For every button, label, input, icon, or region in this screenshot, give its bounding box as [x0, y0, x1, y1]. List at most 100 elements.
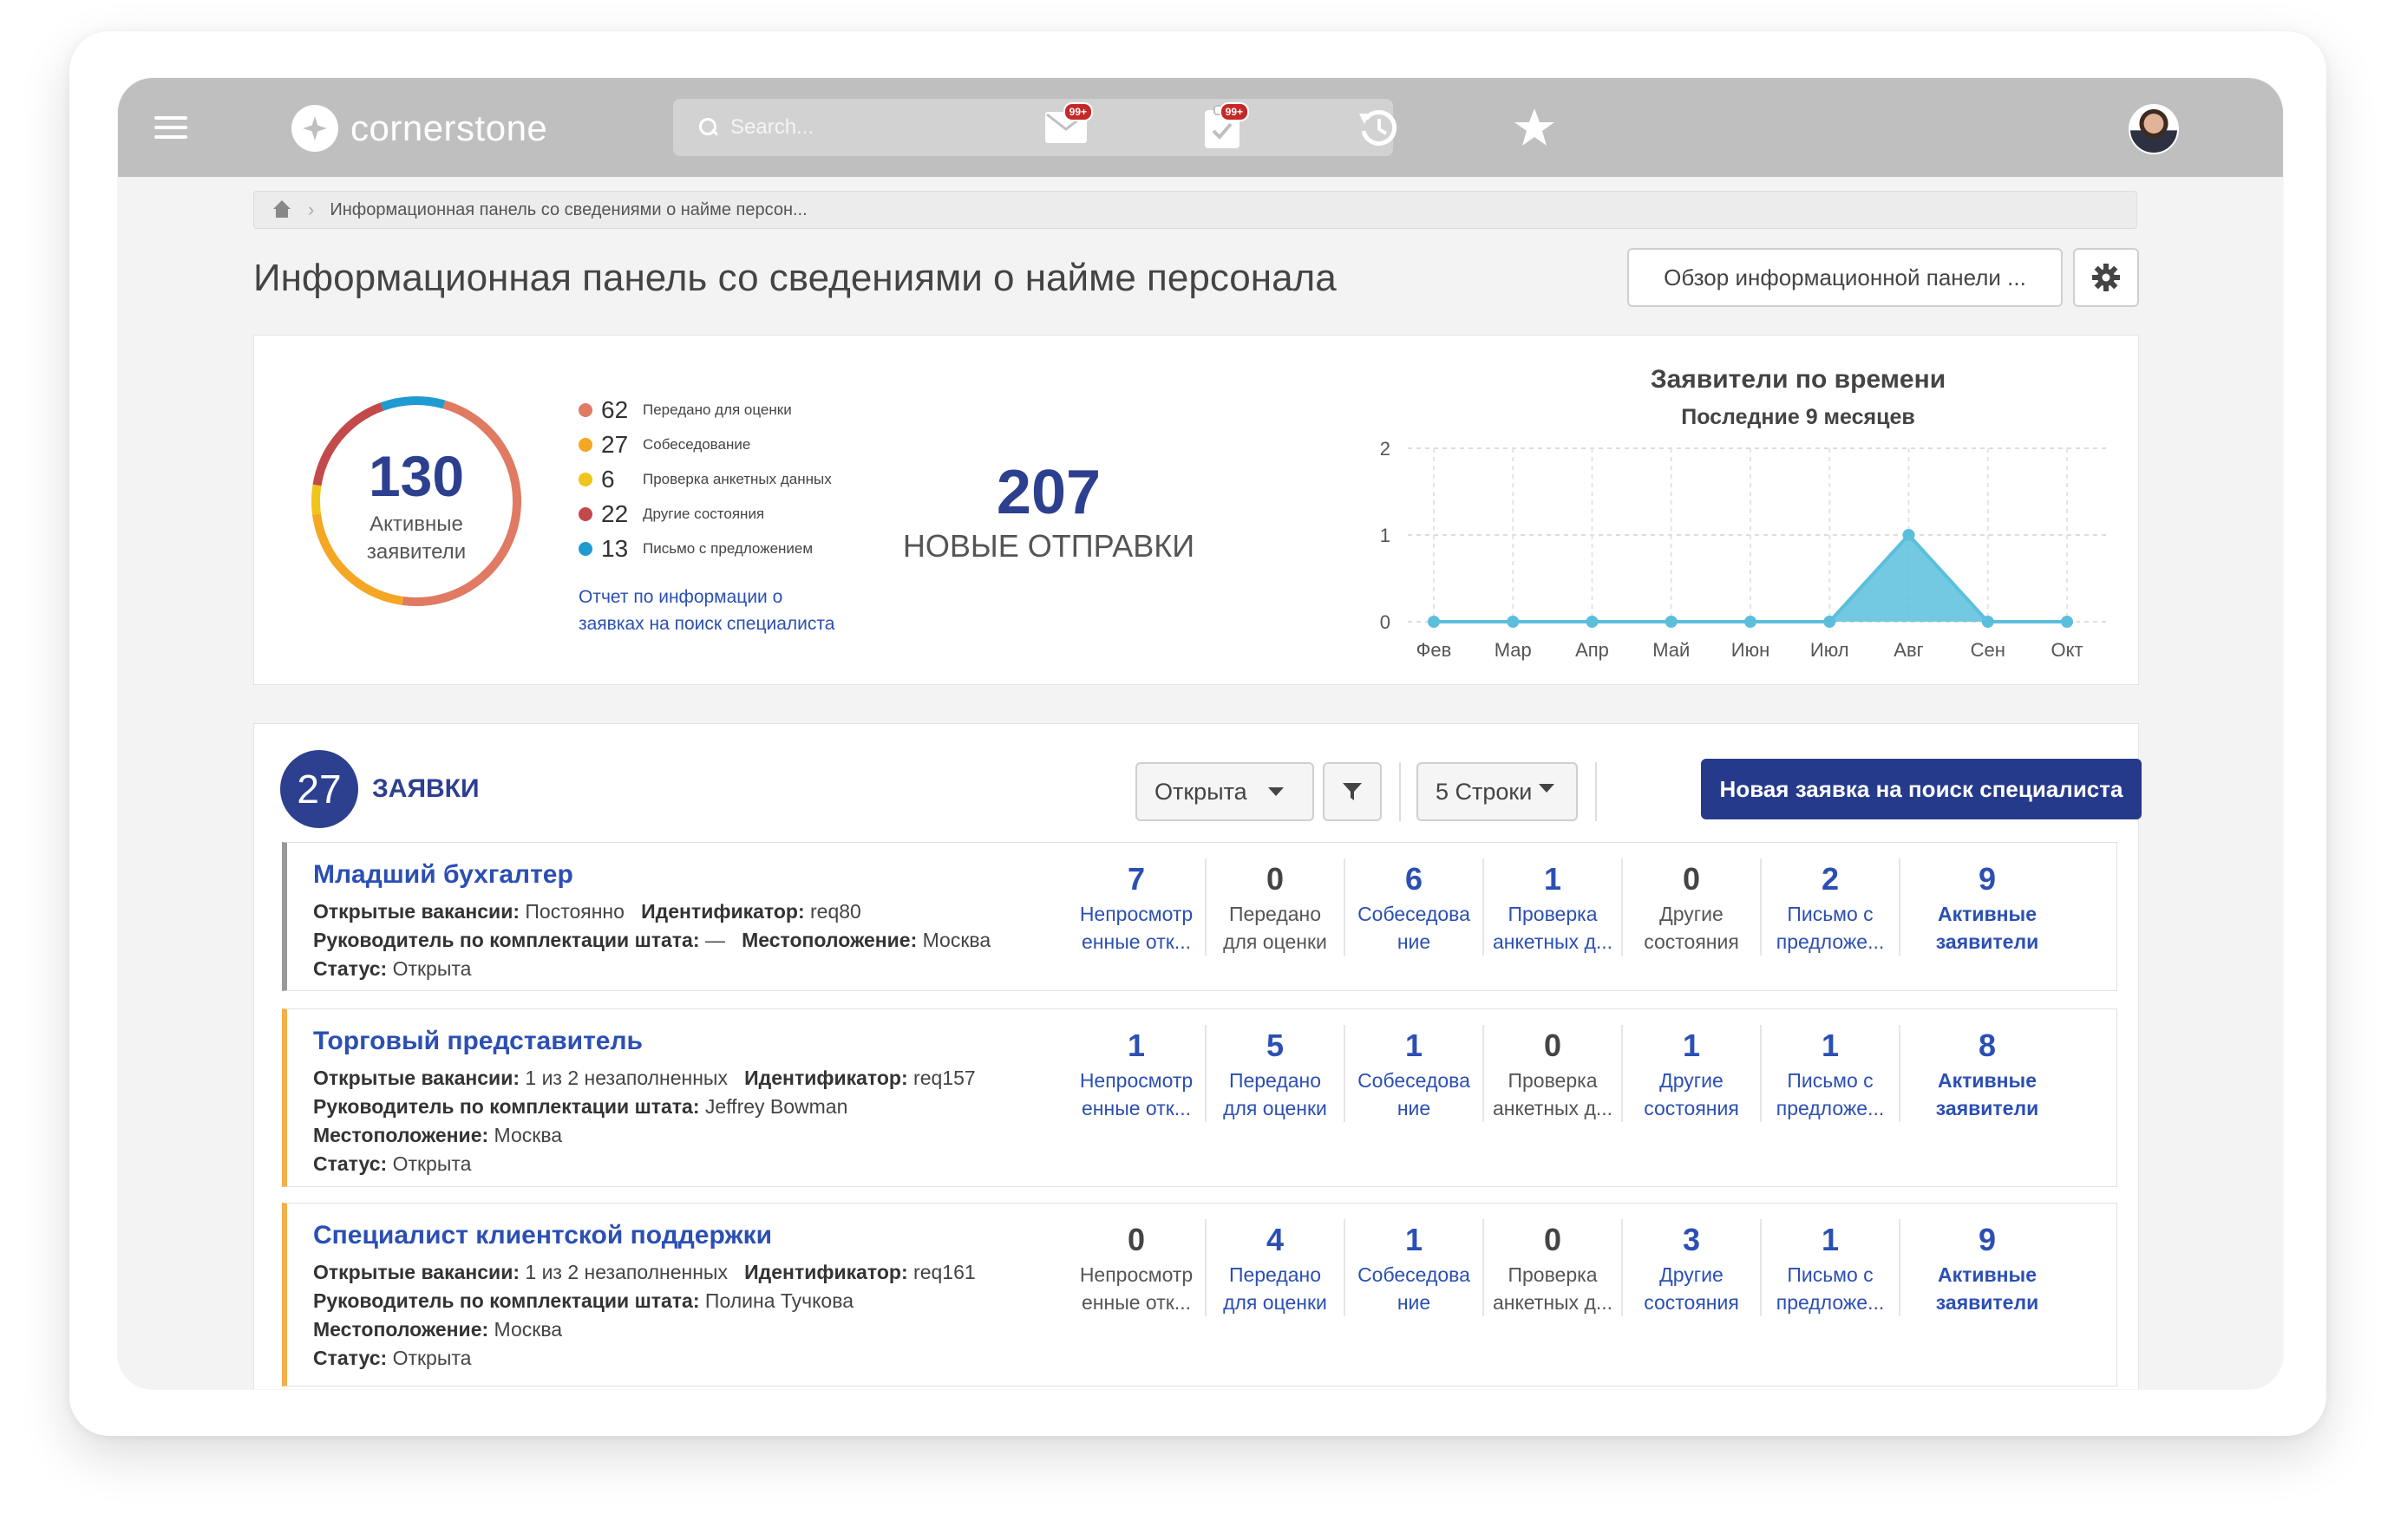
location-label: Местоположение:: [742, 929, 918, 951]
stat-column[interactable]: 0 Непросмотр енные отк...: [1068, 1219, 1207, 1316]
stat-column[interactable]: 9 Активные заявители: [1900, 1219, 2074, 1316]
stat-value[interactable]: 0: [1208, 858, 1342, 900]
stat-value[interactable]: 3: [1625, 1219, 1758, 1261]
new-requisition-button[interactable]: Новая заявка на поиск специалиста: [1701, 759, 2142, 819]
requisition-title-link[interactable]: Младший бухгалтер: [313, 860, 573, 890]
stat-column[interactable]: 0 Передано для оценки: [1207, 858, 1345, 956]
stat-column[interactable]: 1 Собеседова ние: [1345, 1219, 1484, 1316]
id-value: req80: [810, 900, 861, 923]
cornerstone-logo[interactable]: cornerstone: [291, 104, 547, 153]
stat-column[interactable]: 1 Другие состояния: [1623, 1025, 1762, 1122]
report-link-line1[interactable]: Отчет по информации о: [579, 584, 873, 610]
requisitions-count-badge: 27: [280, 750, 358, 828]
stat-value[interactable]: 2: [1763, 858, 1897, 900]
hamburger-icon[interactable]: [154, 116, 187, 140]
stat-column[interactable]: 3 Другие состояния: [1623, 1219, 1762, 1316]
app-window: cornerstone 99+ 99+ › Информационная пан…: [118, 78, 2283, 1389]
stat-column[interactable]: 7 Непросмотр енные отк...: [1068, 858, 1207, 956]
dashboard-overview-button[interactable]: Обзор информационной панели ...: [1627, 248, 2063, 307]
mail-button[interactable]: 99+: [1037, 99, 1095, 156]
stat-column[interactable]: 9 Активные заявители: [1900, 858, 2074, 956]
report-link-line2[interactable]: заявках на поиск специалиста: [579, 610, 873, 637]
stat-column[interactable]: 5 Передано для оценки: [1207, 1025, 1345, 1122]
stat-column[interactable]: 8 Активные заявители: [1900, 1025, 2074, 1122]
manager-label: Руководитель по комплектации штата:: [313, 929, 700, 951]
stat-column[interactable]: 1 Письмо с предложе...: [1762, 1025, 1900, 1122]
legend-dot: [579, 542, 592, 556]
stat-value[interactable]: 1: [1347, 1025, 1481, 1067]
id-label: Идентификатор:: [744, 1067, 908, 1089]
stat-column[interactable]: 0 Другие состояния: [1623, 858, 1762, 956]
requisition-title-link[interactable]: Специалист клиентской поддержки: [313, 1221, 772, 1250]
requisition-title-link[interactable]: Торговый представитель: [313, 1027, 643, 1056]
status-filter-dropdown[interactable]: Открыта: [1135, 762, 1314, 821]
stat-label-line2: анкетных д...: [1492, 1097, 1613, 1119]
stat-value[interactable]: 0: [1069, 1219, 1203, 1261]
status-value: Открыта: [392, 1347, 472, 1369]
stat-value[interactable]: 1: [1069, 1025, 1203, 1067]
stat-value[interactable]: 1: [1625, 1025, 1758, 1067]
x-tick-label: Мар: [1495, 639, 1532, 661]
logo-text: cornerstone: [350, 108, 548, 148]
stat-column[interactable]: 0 Проверка анкетных д...: [1484, 1219, 1623, 1316]
req-info-line: Открытые вакансии: Постоянно Идентификат…: [313, 900, 861, 923]
req-info-line: Открытые вакансии: 1 из 2 незаполненных …: [313, 1261, 976, 1284]
legend-item: 62 Передано для оценки: [579, 393, 832, 427]
stat-column[interactable]: 6 Собеседова ние: [1345, 858, 1484, 956]
requisition-row[interactable]: Младший бухгалтер Открытые вакансии: Пос…: [282, 842, 2117, 991]
stat-column[interactable]: 1 Собеседова ние: [1345, 1025, 1484, 1122]
requisition-report-link[interactable]: Отчет по информации о заявках на поиск с…: [579, 584, 873, 637]
user-avatar[interactable]: [2129, 104, 2179, 154]
active-label-line2: заявители: [366, 540, 467, 564]
location-value: Москва: [494, 1124, 563, 1146]
stat-label-line2: ние: [1396, 1097, 1431, 1119]
stat-column[interactable]: 0 Проверка анкетных д...: [1484, 1025, 1623, 1122]
stat-value[interactable]: 9: [1902, 1219, 2072, 1261]
stat-label-line1: Передано: [1228, 1069, 1322, 1092]
stat-label-line2: для оценки: [1223, 930, 1327, 953]
stat-value[interactable]: 7: [1069, 858, 1203, 900]
history-button[interactable]: [1350, 99, 1407, 156]
requisition-row[interactable]: Торговый представитель Открытые вакансии…: [282, 1008, 2117, 1187]
stat-label-line1: Другие: [1659, 1263, 1724, 1286]
stat-label-line1: Активные: [1938, 903, 2037, 925]
requisition-stats: 7 Непросмотр енные отк... 0 Передано для…: [1068, 858, 2109, 956]
stat-value[interactable]: 8: [1902, 1025, 2072, 1067]
search-icon: [699, 118, 718, 137]
stat-value[interactable]: 0: [1486, 1219, 1619, 1261]
stat-value[interactable]: 5: [1208, 1025, 1342, 1067]
req-info-line: Статус: Открыта: [313, 1152, 471, 1176]
stat-label-line1: Передано: [1228, 1263, 1322, 1286]
stat-label-line2: енные отк...: [1082, 1097, 1191, 1119]
stat-label-line1: Проверка: [1508, 903, 1598, 925]
stat-column[interactable]: 2 Письмо с предложе...: [1762, 858, 1900, 956]
stat-value[interactable]: 4: [1208, 1219, 1342, 1261]
rows-per-page-dropdown[interactable]: 5 Строки: [1416, 762, 1578, 821]
data-point: [1665, 616, 1678, 628]
stat-value[interactable]: 1: [1763, 1219, 1897, 1261]
stat-value[interactable]: 0: [1625, 858, 1758, 900]
stat-value[interactable]: 1: [1486, 858, 1619, 900]
stat-column[interactable]: 1 Проверка анкетных д...: [1484, 858, 1623, 956]
stat-value[interactable]: 1: [1347, 1219, 1481, 1261]
global-search[interactable]: [673, 99, 1393, 156]
stat-value[interactable]: 6: [1347, 858, 1481, 900]
manager-value: —: [704, 929, 725, 951]
settings-button[interactable]: [2073, 248, 2139, 307]
tasks-button[interactable]: 99+: [1194, 99, 1251, 156]
stat-value[interactable]: 1: [1763, 1025, 1897, 1067]
chart-subtitle: Последние 9 месяцев: [1681, 405, 1915, 429]
favorites-button[interactable]: [1506, 99, 1563, 156]
stat-value[interactable]: 9: [1902, 858, 2072, 900]
tasks-badge: 99+: [1219, 102, 1249, 121]
stat-value[interactable]: 0: [1486, 1025, 1619, 1067]
new-submissions-label: НОВЫЕ ОТПРАВКИ: [902, 528, 1195, 564]
stat-column[interactable]: 4 Передано для оценки: [1207, 1219, 1345, 1316]
stat-column[interactable]: 1 Письмо с предложе...: [1762, 1219, 1900, 1316]
stat-label-line1: Другие: [1659, 903, 1724, 925]
home-icon[interactable]: [271, 200, 292, 219]
filter-button[interactable]: [1323, 762, 1382, 821]
requisition-row[interactable]: Специалист клиентской поддержки Открытые…: [282, 1203, 2117, 1387]
stat-column[interactable]: 1 Непросмотр енные отк...: [1068, 1025, 1207, 1122]
id-value: req161: [913, 1261, 976, 1283]
